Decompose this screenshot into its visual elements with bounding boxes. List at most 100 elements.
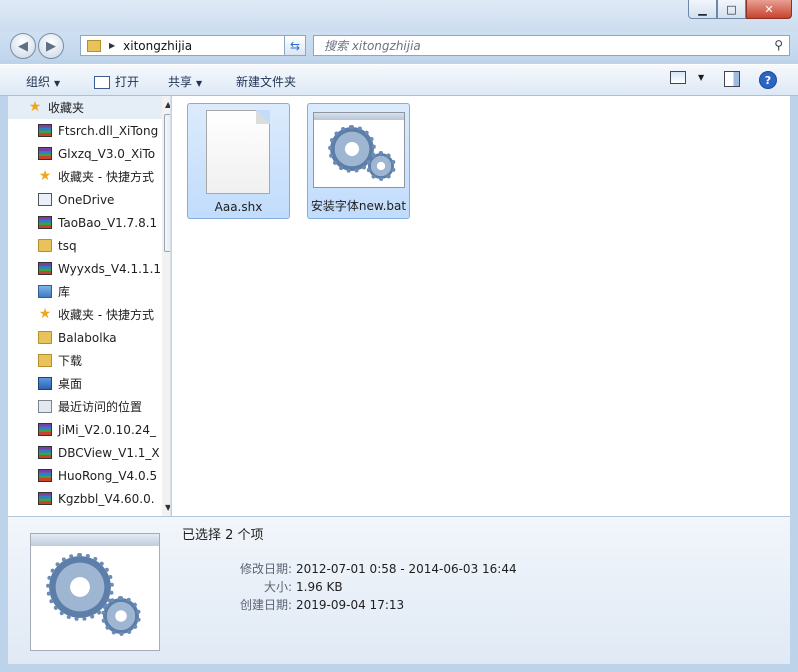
navigation-tree: ★ 收藏夹 Ftsrch.dll_XiTong Glxzq_V3.0_XiTo ★ 收藏夹… [8,96,170,510]
selection-count: 已选择 2 个项 [182,528,264,543]
sidebar-item[interactable]: TaoBao_V1.7.8.1 [8,211,170,234]
modified-date-label: 修改日期: [239,562,292,576]
sidebar-item[interactable]: Balabolka [8,326,170,349]
sidebar-item-label: DBCView_V1.1_X [58,445,160,460]
sidebar-item-label: JiMi_V2.0.10.24_ [58,422,157,437]
scroll-up-icon[interactable]: ▲ [165,100,170,109]
close-button[interactable]: ✕ [746,0,792,19]
new-folder-button[interactable]: 新建文件夹 [236,73,296,90]
size-value: 1.96 KB [296,580,343,594]
navigation-scrollbar[interactable]: ▲ ▼ [162,96,170,516]
sidebar-item[interactable]: OneDrive [8,188,170,211]
sidebar-item-label: Kgzbbl_V4.60.0. [58,491,155,506]
file-list: Aaa.shx 安装字体new.bat [172,96,790,516]
details-pane: 已选择 2 个项 修改日期: 2012-07-01 0:58 - 2014-06-… [8,516,790,664]
chevron-down-icon: ▼ [196,79,203,88]
search-input[interactable] [322,37,756,54]
winrar-icon [38,147,52,160]
back-button[interactable]: ◀ [10,33,36,59]
selection-thumbnail-gear-icon [30,533,160,651]
view-icon [670,71,686,84]
share-menu-button[interactable]: 共享 ▼ [168,73,202,90]
minimize-button[interactable]: ▁ [688,0,717,19]
window-controls: ▁ □ ✕ [688,0,792,19]
sidebar-item-label: 收藏夹 - 快捷方式 [58,170,154,184]
search-box[interactable]: ⚲ [313,35,790,56]
created-date-row: 创建日期: 2019-09-04 17:13 [182,596,404,613]
address-bar[interactable]: ▶ xitongzhijia ▼ [80,35,306,56]
sidebar-item[interactable]: ★ 收藏夹 [8,96,170,119]
folder-icon [38,331,52,344]
share-label: 共享 [168,75,193,89]
winrar-icon [38,469,52,482]
sidebar-item[interactable]: 桌面 [8,372,170,395]
open-button[interactable]: 打开 [94,73,139,90]
sidebar-item-label: Balabolka [58,330,117,345]
sidebar-item-label: Glxzq_V3.0_XiTo [58,146,156,161]
preview-pane-icon [724,71,740,87]
blank-document-icon [206,110,270,194]
sidebar-item-label: 库 [58,285,71,299]
search-icon[interactable]: ⚲ [774,38,783,52]
scroll-down-icon[interactable]: ▼ [165,503,170,512]
forward-button[interactable]: ▶ [38,33,64,59]
desktop-icon [38,377,52,390]
created-date-value: 2019-09-04 17:13 [296,598,405,612]
winrar-icon [38,446,52,459]
open-label: 打开 [115,75,140,89]
forward-arrow-icon: ▶ [46,38,56,54]
sidebar-item[interactable]: Glxzq_V3.0_XiTo [8,142,170,165]
size-label: 大小: [263,580,292,594]
star-icon: ★ [38,168,52,184]
winrar-icon [38,423,52,436]
sidebar-item-label: Ftsrch.dll_XiTong [58,123,159,138]
sidebar-item[interactable]: DBCView_V1.1_X [8,441,170,464]
sidebar-item-label: 收藏夹 [48,101,85,115]
onedrive-icon [38,193,52,206]
help-button[interactable]: ? [759,71,777,89]
organize-menu-button[interactable]: 组织 ▼ [26,73,60,90]
folder-icon [87,39,101,52]
sidebar-item[interactable]: 下载 [8,349,170,372]
sidebar-item[interactable]: ★ 收藏夹 - 快捷方式 [8,165,170,188]
maximize-button[interactable]: □ [717,0,746,19]
sidebar-item[interactable]: JiMi_V2.0.10.24_ [8,418,170,441]
modified-date-row: 修改日期: 2012-07-01 0:58 - 2014-06-03 16:44 [182,560,517,577]
title-bar: ▁ □ ✕ [0,0,798,32]
refresh-button[interactable]: ⇆ [284,35,306,56]
size-row: 大小: 1.96 KB [182,578,343,595]
file-item-bat[interactable]: 安装字体new.bat [307,103,410,219]
star-icon: ★ [38,306,52,322]
sidebar-item[interactable]: 库 [8,280,170,303]
scrollbar-thumb[interactable] [164,114,170,252]
organize-label: 组织 [26,75,51,89]
sidebar-item[interactable]: Ftsrch.dll_XiTong [8,119,170,142]
sidebar-item[interactable]: HuoRong_V4.0.5 [8,464,170,487]
batch-file-gear-icon [313,112,405,188]
file-name: Aaa.shx [214,200,263,214]
sidebar-item[interactable]: Wyyxds_V4.1.1.1 [8,257,170,280]
breadcrumb-current[interactable]: xitongzhijia [123,39,192,53]
file-item-aaa-shx[interactable]: Aaa.shx [187,103,290,219]
view-options-button[interactable]: ▼ [670,71,704,84]
library-icon [38,285,52,298]
sidebar-item-label: OneDrive [58,192,115,207]
back-arrow-icon: ◀ [18,38,28,54]
navigation-pane: ★ 收藏夹 Ftsrch.dll_XiTong Glxzq_V3.0_XiTo ★ 收藏夹… [8,96,171,516]
sidebar-item[interactable]: ★ 收藏夹 - 快捷方式 [8,303,170,326]
folder-icon [38,239,52,252]
sidebar-item[interactable]: Kgzbbl_V4.60.0. [8,487,170,510]
chevron-down-icon: ▼ [698,73,705,82]
sidebar-item-label: HuoRong_V4.0.5 [58,468,158,483]
sidebar-item[interactable]: 最近访问的位置 [8,395,170,418]
sidebar-item[interactable]: tsq [8,234,170,257]
winrar-icon [38,262,52,275]
sidebar-item-label: 收藏夹 - 快捷方式 [58,308,154,322]
star-icon: ★ [28,99,42,115]
preview-pane-button[interactable] [724,71,740,87]
breadcrumb-separator-icon[interactable]: ▶ [109,41,115,50]
sidebar-item-label: 下载 [58,354,83,368]
sidebar-item-label: Wyyxds_V4.1.1.1 [58,261,162,276]
sidebar-item-label: TaoBao_V1.7.8.1 [58,215,158,230]
sidebar-item-label: 桌面 [58,377,83,391]
